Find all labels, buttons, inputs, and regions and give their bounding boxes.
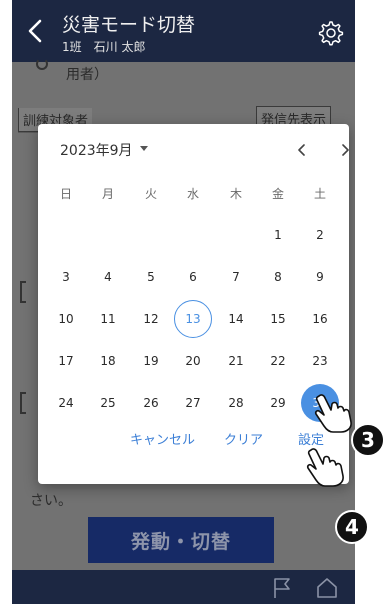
day-cell[interactable]: 12 <box>132 300 170 338</box>
month-header: 2023年9月 <box>60 138 349 164</box>
bg-text-sai: さい。 <box>30 493 72 509</box>
step-badge-4: 4 <box>335 510 369 544</box>
day-cell[interactable]: 17 <box>47 342 85 380</box>
bracket-mark <box>20 392 26 414</box>
day-cell[interactable]: 4 <box>89 258 127 296</box>
caret-down-icon[interactable] <box>140 146 148 151</box>
weekday-header: 日 <box>59 186 72 201</box>
next-month-button[interactable] <box>335 138 355 162</box>
bg-text-line: 用者） <box>66 67 108 83</box>
weekday-header: 土 <box>313 186 326 201</box>
day-cell[interactable]: 16 <box>301 300 339 338</box>
radio-icon <box>36 58 48 70</box>
phone-screen: 災害モード切替 1班 石川 太郎 用者） 訓練対象者 発信先表示 さい。 発動・… <box>12 0 355 604</box>
day-cell[interactable]: 9 <box>301 258 339 296</box>
day-cell[interactable]: 21 <box>217 342 255 380</box>
chevron-left-icon <box>298 144 305 156</box>
day-cell[interactable]: 25 <box>89 384 127 422</box>
day-cell[interactable]: 18 <box>89 342 127 380</box>
step-badge-3: 3 <box>351 423 385 457</box>
weekday-header: 水 <box>186 186 199 201</box>
day-cell[interactable]: 2 <box>301 216 339 254</box>
day-cell[interactable]: 29 <box>259 384 297 422</box>
app-header: 災害モード切替 1班 石川 太郎 <box>12 0 355 62</box>
day-cell[interactable]: 7 <box>217 258 255 296</box>
hand-cursor-icon <box>306 448 344 487</box>
day-cell[interactable]: 3 <box>47 258 85 296</box>
gear-icon <box>318 21 344 46</box>
chevron-right-icon <box>342 144 349 156</box>
day-cell[interactable]: 10 <box>47 300 85 338</box>
home-icon <box>317 578 337 598</box>
day-cell[interactable]: 28 <box>217 384 255 422</box>
month-label[interactable]: 2023年9月 <box>60 140 133 160</box>
day-cell[interactable]: 15 <box>259 300 297 338</box>
day-cell[interactable]: 1 <box>259 216 297 254</box>
user-info: 1班 石川 太郎 <box>62 40 146 54</box>
day-cell[interactable]: 20 <box>174 342 212 380</box>
day-cell[interactable]: 8 <box>259 258 297 296</box>
chevron-left-icon <box>28 19 42 43</box>
clear-button[interactable]: クリア <box>224 426 263 450</box>
day-cell[interactable]: 5 <box>132 258 170 296</box>
flag-icon <box>274 578 290 598</box>
flag-button[interactable] <box>270 576 294 600</box>
day-cell[interactable]: 14 <box>217 300 255 338</box>
weekday-header: 金 <box>271 186 284 201</box>
bottom-nav <box>12 570 355 604</box>
activate-switch-button[interactable]: 発動・切替 <box>88 517 274 563</box>
home-button[interactable] <box>315 576 339 600</box>
day-cell[interactable]: 11 <box>89 300 127 338</box>
day-cell-today[interactable]: 13 <box>174 300 212 338</box>
cancel-button[interactable]: キャンセル <box>130 426 195 450</box>
settings-button[interactable] <box>315 18 345 48</box>
prev-month-button[interactable] <box>292 138 312 162</box>
weekday-header: 月 <box>101 186 114 201</box>
day-cell[interactable]: 22 <box>259 342 297 380</box>
back-button[interactable] <box>22 14 48 48</box>
weekday-header: 木 <box>229 186 242 201</box>
day-cell[interactable]: 24 <box>47 384 85 422</box>
page-title: 災害モード切替 <box>62 14 196 36</box>
day-cell[interactable]: 6 <box>174 258 212 296</box>
hand-cursor-icon <box>314 394 352 433</box>
weekday-header: 火 <box>144 186 157 201</box>
day-cell[interactable]: 27 <box>174 384 212 422</box>
date-picker-dialog: 2023年9月 日月火水木金土 1 2 3 4 5 6 7 8 9 10 11 12 13 14 15 16 17… <box>38 124 349 484</box>
day-cell[interactable]: 19 <box>132 342 170 380</box>
day-cell[interactable]: 26 <box>132 384 170 422</box>
bracket-mark <box>20 281 26 303</box>
day-cell[interactable]: 23 <box>301 342 339 380</box>
